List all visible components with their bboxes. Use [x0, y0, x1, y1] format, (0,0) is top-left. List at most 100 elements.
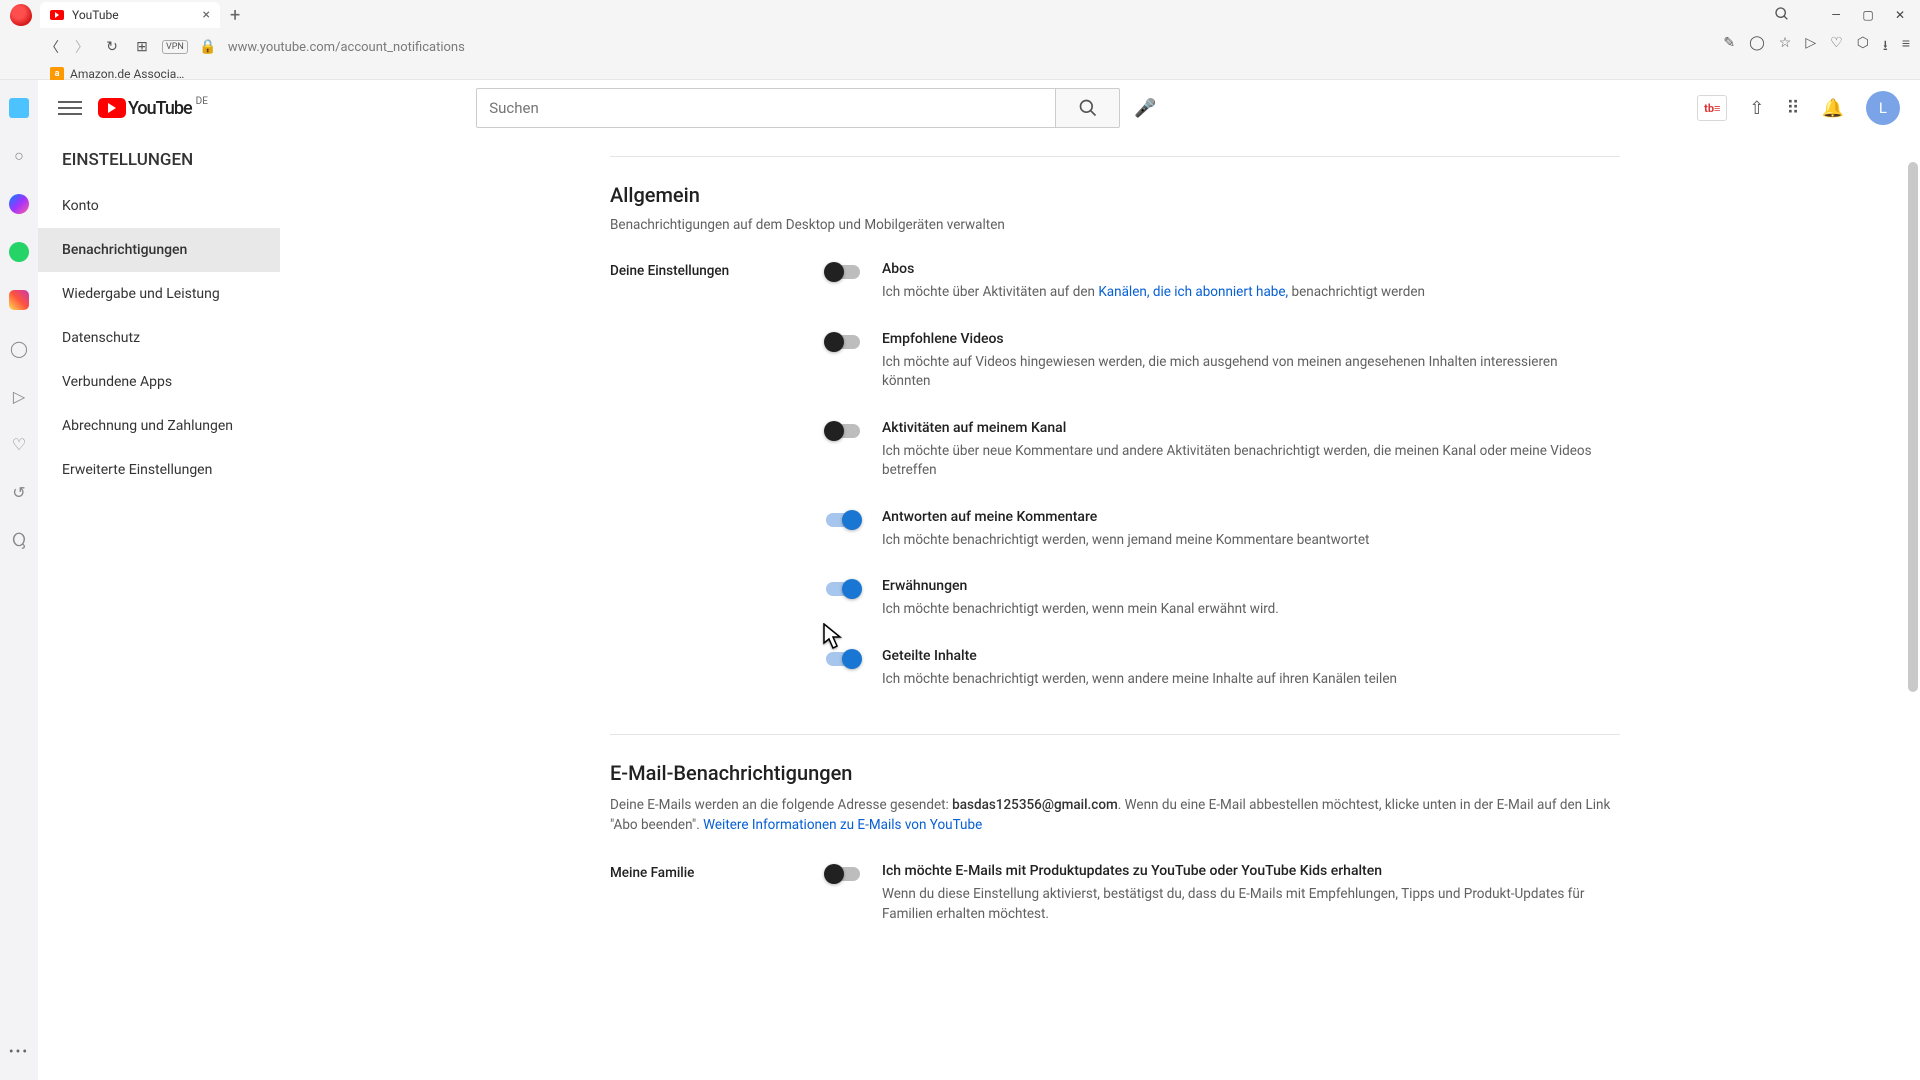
row-label: Deine Einstellungen	[610, 261, 790, 690]
toggle-desc: Wenn du diese Einstellung aktivierst, be…	[882, 885, 1596, 924]
upload-icon[interactable]: ⇧	[1749, 98, 1764, 119]
sidebar-more-icon[interactable]: •••	[9, 1044, 29, 1060]
bookmark-item[interactable]: Amazon.de Associa…	[70, 67, 184, 81]
youtube-body: EINSTELLUNGEN Konto Benachrichtigungen W…	[38, 136, 1920, 1080]
voice-search-icon[interactable]: 🎤	[1134, 98, 1156, 119]
apps-grid-icon[interactable]: ⠿	[1786, 98, 1799, 119]
opera-sidebar: ○ ◯ ▷ ♡ ↺ Ⴓ •••	[0, 80, 38, 1080]
sidebar-history-icon[interactable]: ↺	[9, 482, 29, 502]
sidebar-item-datenschutz[interactable]: Datenschutz	[38, 316, 280, 360]
scrollbar-thumb[interactable]	[1908, 162, 1918, 692]
notifications-icon[interactable]: 🔔	[1822, 98, 1844, 119]
sidebar-play-icon[interactable]: ▷	[9, 386, 29, 406]
toggle-antworten[interactable]	[826, 513, 860, 527]
amazon-favicon-icon: a	[50, 67, 64, 81]
sidebar-item-abrechnung[interactable]: Abrechnung und Zahlungen	[38, 404, 280, 448]
settings-row-general: Deine Einstellungen Abos Ich möchte über…	[610, 261, 1880, 690]
tab-title: YouTube	[72, 8, 195, 22]
close-button[interactable]: ✕	[1886, 4, 1914, 26]
sidebar-item-erweitert[interactable]: Erweiterte Einstellungen	[38, 448, 280, 492]
sidebar-shopping-icon[interactable]	[9, 98, 29, 118]
sidebar-item-konto[interactable]: Konto	[38, 184, 280, 228]
divider	[610, 734, 1620, 735]
toggle-item-geteilte: Geteilte Inhalte Ich möchte benachrichti…	[826, 648, 1596, 690]
toggle-family[interactable]	[826, 867, 860, 881]
toggle-desc: Ich möchte benachrichtigt werden, wenn m…	[882, 600, 1596, 620]
section-title-general: Allgemein	[610, 183, 1880, 207]
back-button[interactable]: 〈	[42, 37, 62, 57]
toggle-list: Abos Ich möchte über Aktivitäten auf den…	[826, 261, 1596, 690]
toggle-abos[interactable]	[826, 265, 860, 279]
toggle-title: Ich möchte E-Mails mit Produktupdates zu…	[882, 863, 1596, 879]
browser-tab[interactable]: YouTube ×	[40, 2, 220, 28]
search-wrap: 🎤	[476, 88, 1156, 128]
address-bar-actions: ✎ ◯ ☆ ▷ ♡ ⬡ ⭳ ≡	[1723, 35, 1910, 59]
toggle-title: Erwähnungen	[882, 578, 1596, 594]
tubebuddy-icon[interactable]: tb≡	[1697, 95, 1727, 121]
settings-sidebar: EINSTELLUNGEN Konto Benachrichtigungen W…	[38, 136, 280, 1080]
address-bar-row: 〈 〉 ↻ ⊞ VPN 🔒 www.youtube.com/account_no…	[0, 30, 1920, 64]
toggle-list: Ich möchte E-Mails mit Produktupdates zu…	[826, 863, 1596, 924]
new-tab-button[interactable]: +	[230, 5, 240, 26]
section-title-email: E-Mail-Benachrichtigungen	[610, 761, 1880, 785]
country-code: DE	[196, 96, 208, 107]
browser-search-icon[interactable]	[1774, 6, 1790, 26]
opera-logo-icon[interactable]	[10, 4, 32, 26]
toggle-empfohlene[interactable]	[826, 335, 860, 349]
toggle-desc: Ich möchte über Aktivitäten auf den Kanä…	[882, 283, 1596, 303]
sidebar-item-apps[interactable]: Verbundene Apps	[38, 360, 280, 404]
toggle-item-antworten: Antworten auf meine Kommentare Ich möcht…	[826, 509, 1596, 551]
toggle-title: Abos	[882, 261, 1596, 277]
heart-icon[interactable]: ♡	[1830, 35, 1843, 59]
youtube-logo-text: YouTube	[128, 98, 192, 119]
settings-title: EINSTELLUNGEN	[38, 150, 280, 184]
divider	[610, 156, 1620, 157]
reload-button[interactable]: ↻	[102, 37, 122, 57]
email-info-link[interactable]: Weitere Informationen zu E-Mails von You…	[703, 817, 982, 833]
sidebar-chat-icon[interactable]: ○	[9, 146, 29, 166]
sidebar-circle-icon[interactable]: ◯	[9, 338, 29, 358]
section-subtitle-general: Benachrichtigungen auf dem Desktop und M…	[610, 217, 1880, 233]
search-input[interactable]	[476, 88, 1056, 128]
sidebar-heart-icon[interactable]: ♡	[9, 434, 29, 454]
toggle-desc: Ich möchte auf Videos hingewiesen werden…	[882, 353, 1596, 392]
scrollbar-track[interactable]	[1906, 136, 1920, 1080]
sidebar-item-benachrichtigungen[interactable]: Benachrichtigungen	[38, 228, 280, 272]
channels-link[interactable]: Kanälen, die ich abonniert habe,	[1098, 284, 1288, 300]
bookmark-icon[interactable]: ☆	[1779, 35, 1792, 59]
toggle-item-erwaehnungen: Erwähnungen Ich möchte benachrichtigt we…	[826, 578, 1596, 620]
edit-icon[interactable]: ✎	[1723, 35, 1735, 59]
instagram-icon[interactable]	[9, 290, 29, 310]
toggle-geteilte[interactable]	[826, 652, 860, 666]
forward-button[interactable]: 〉	[72, 37, 92, 57]
messenger-icon[interactable]	[9, 194, 29, 214]
hamburger-menu-icon[interactable]	[58, 96, 82, 120]
maximize-button[interactable]: ▢	[1854, 4, 1882, 26]
toggle-title: Antworten auf meine Kommentare	[882, 509, 1596, 525]
toggle-aktivitaeten[interactable]	[826, 424, 860, 438]
youtube-logo[interactable]: YouTube DE	[98, 98, 206, 119]
toggle-erwaehnungen[interactable]	[826, 582, 860, 596]
toggle-desc: Ich möchte über neue Kommentare und ande…	[882, 442, 1596, 481]
download-icon[interactable]: ⭳	[1883, 35, 1888, 59]
send-icon[interactable]: ▷	[1805, 35, 1816, 59]
minimize-button[interactable]: —	[1822, 4, 1850, 26]
email-section: E-Mail-Benachrichtigungen Deine E-Mails …	[610, 734, 1880, 925]
whatsapp-icon[interactable]	[9, 242, 29, 262]
tab-close-icon[interactable]: ×	[203, 7, 210, 23]
content-area: Allgemein Benachrichtigungen auf dem Des…	[280, 136, 1920, 1080]
cube-icon[interactable]: ⬡	[1857, 35, 1869, 59]
menu-icon[interactable]: ≡	[1902, 35, 1910, 59]
vpn-badge[interactable]: VPN	[162, 40, 188, 54]
email-address: basdas125356@gmail.com	[952, 797, 1118, 813]
url-text[interactable]: www.youtube.com/account_notifications	[228, 40, 465, 55]
sidebar-bulb-icon[interactable]: Ⴓ	[9, 530, 29, 550]
lock-icon[interactable]: 🔒	[198, 37, 218, 57]
sidebar-item-wiedergabe[interactable]: Wiedergabe und Leistung	[38, 272, 280, 316]
search-button[interactable]	[1056, 88, 1120, 128]
camera-icon[interactable]: ◯	[1749, 35, 1765, 59]
speed-dial-icon[interactable]: ⊞	[132, 37, 152, 57]
email-intro: Deine E-Mails werden an die folgende Adr…	[610, 795, 1620, 836]
avatar[interactable]: L	[1866, 91, 1900, 125]
youtube-header: YouTube DE 🎤 tb≡ ⇧ ⠿ 🔔 L	[38, 80, 1920, 136]
